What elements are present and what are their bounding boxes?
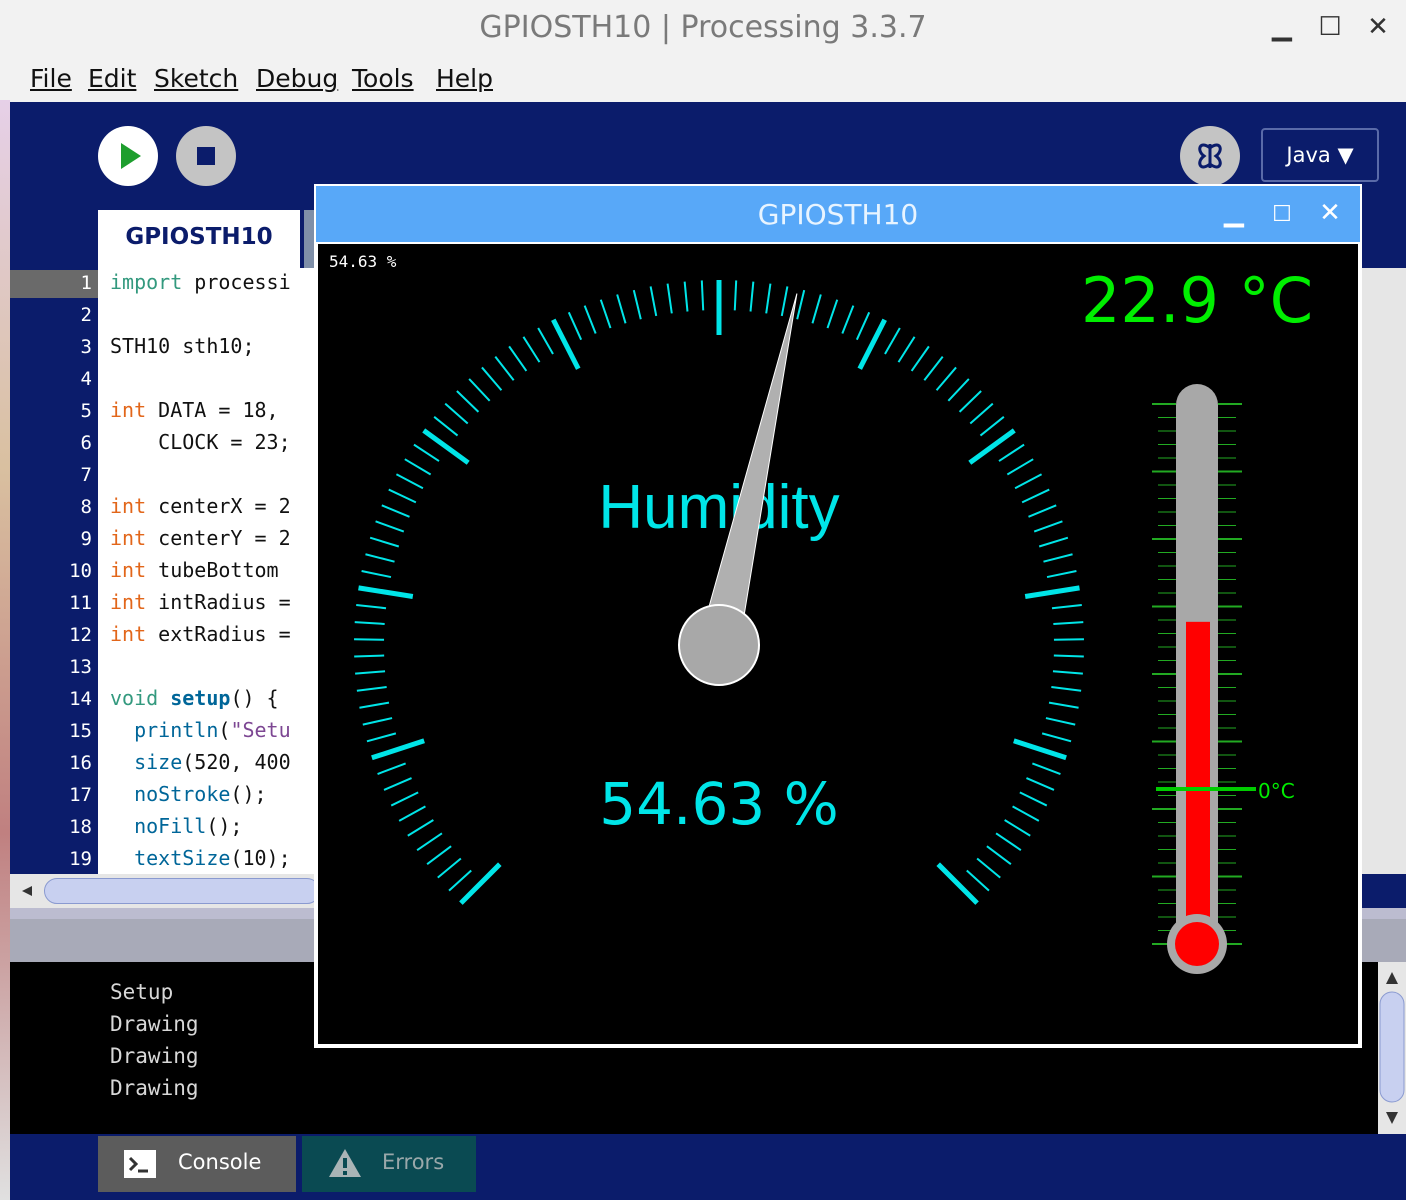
gauge-minor-tick — [700, 280, 705, 311]
menu-debug-label: Debug — [256, 64, 339, 93]
code-line-8: int centerX = 2 — [110, 494, 291, 518]
line-number: 3 — [80, 336, 92, 358]
thermometer-mercury — [1186, 621, 1210, 944]
code-line-17: noStroke(); — [134, 782, 267, 806]
menu-tools-label: Tools — [352, 64, 414, 93]
line-number: 7 — [80, 464, 92, 486]
corner-readout: 54.63 % — [329, 252, 397, 271]
code-line-18: noFill(); — [134, 814, 243, 838]
console-scrollbar[interactable] — [1378, 962, 1406, 1134]
maximize-button[interactable]: ☐ — [1310, 12, 1350, 42]
code-line-19: textSize(10); — [134, 846, 291, 870]
console-line: Setup — [110, 980, 174, 1004]
zero-label: 0°C — [1258, 779, 1295, 803]
stop-icon — [197, 147, 215, 165]
menu-help-label: Help — [436, 64, 493, 93]
sketch-window-title: GPIOSTH10 — [757, 198, 919, 231]
tab-errors-label: Errors — [382, 1150, 445, 1174]
menu-file-label: File — [30, 64, 72, 93]
line-number: 16 — [69, 752, 92, 774]
tab-console[interactable]: Console — [98, 1136, 296, 1192]
menu-edit-label: Edit — [88, 64, 137, 93]
desktop-edge — [0, 100, 10, 1200]
line-number: 18 — [69, 816, 92, 838]
debug-button[interactable] — [1180, 126, 1240, 186]
line-number: 11 — [69, 592, 92, 614]
menu-tools[interactable]: Tools — [352, 64, 414, 93]
tab-errors[interactable]: Errors — [302, 1136, 476, 1192]
thermometer-bulb-fill — [1175, 922, 1219, 966]
play-icon — [121, 143, 141, 169]
code-line-9: int centerY = 2 — [110, 526, 291, 550]
tab-gpiosth10[interactable]: GPIOSTH10 — [98, 210, 300, 270]
line-number: 2 — [80, 304, 92, 326]
stop-button[interactable] — [176, 126, 236, 186]
code-line-5: int DATA = 18, — [110, 398, 279, 422]
mode-selector[interactable]: Java ▼ — [1261, 128, 1379, 182]
menu-sketch[interactable]: Sketch — [154, 64, 238, 93]
warning-icon — [329, 1149, 361, 1177]
menu-debug[interactable]: Debug — [256, 64, 338, 93]
humidity-value: 54.63 % — [599, 770, 839, 838]
console-line: Drawing — [110, 1012, 199, 1036]
gauge-minor-tick — [1053, 654, 1084, 658]
close-button[interactable]: ✕ — [1358, 12, 1398, 42]
line-number: 6 — [80, 432, 92, 454]
line-number: 4 — [80, 368, 92, 390]
sketch-maximize-button[interactable]: ☐ — [1266, 202, 1298, 227]
needle-hub — [678, 604, 760, 686]
menu-sketch-label: Sketch — [154, 64, 239, 93]
line-number: 8 — [80, 496, 92, 518]
gauge-minor-tick — [733, 280, 738, 311]
code-line-10: int tubeBottom — [110, 558, 279, 582]
line-number: 13 — [69, 656, 92, 678]
window-title: GPIOSTH10 | Processing 3.3.7 — [479, 10, 927, 45]
code-line-12: int extRadius = — [110, 622, 291, 646]
line-number: 15 — [69, 720, 92, 742]
console-line: Drawing — [110, 1076, 199, 1100]
line-number: 10 — [69, 560, 92, 582]
code-line-11: int intRadius = — [110, 590, 291, 614]
gauge-minor-tick — [354, 654, 385, 658]
line-number: 19 — [69, 848, 92, 870]
vertical-scrollbar[interactable] — [1358, 268, 1406, 874]
sketch-canvas: 54.63 % Humidity 54.63 % 22.9 °C 0°C — [318, 244, 1358, 1044]
code-line-6: CLOCK = 23; — [110, 430, 291, 454]
run-button[interactable] — [98, 126, 158, 186]
line-number: 12 — [69, 624, 92, 646]
code-line-14: void setup() { — [110, 686, 279, 710]
console-line: Drawing — [110, 1044, 199, 1068]
menu-file[interactable]: File — [30, 64, 72, 93]
code-line-16: size(520, 400 — [134, 750, 291, 774]
tab-console-label: Console — [178, 1150, 262, 1174]
menu-bar: File Edit Sketch Debug Tools Help — [0, 62, 1406, 102]
scroll-left-icon — [22, 886, 32, 896]
sketch-close-button[interactable]: ✕ — [1314, 198, 1346, 228]
butterfly-icon — [1198, 143, 1222, 169]
terminal-icon — [124, 1150, 156, 1178]
console-scroll-arrows — [1379, 972, 1405, 1124]
menu-help[interactable]: Help — [436, 64, 493, 93]
line-number: 17 — [69, 784, 92, 806]
code-line-15: println("Setu — [134, 718, 291, 742]
gauge-label: Humidity — [598, 473, 839, 542]
line-number: 9 — [80, 528, 92, 550]
code-line-1: import processi — [110, 270, 291, 294]
minimize-button[interactable]: ▁ — [1262, 12, 1302, 42]
line-number: 1 — [80, 272, 92, 294]
horizontal-scroll-thumb[interactable] — [44, 878, 320, 904]
code-line-3: STH10 sth10; — [110, 334, 255, 358]
line-number: 14 — [69, 688, 92, 710]
line-number: 5 — [80, 400, 92, 422]
menu-edit[interactable]: Edit — [88, 64, 136, 93]
temperature-value: 22.9 °C — [1081, 264, 1313, 337]
sketch-minimize-button[interactable]: ▁ — [1218, 198, 1250, 228]
